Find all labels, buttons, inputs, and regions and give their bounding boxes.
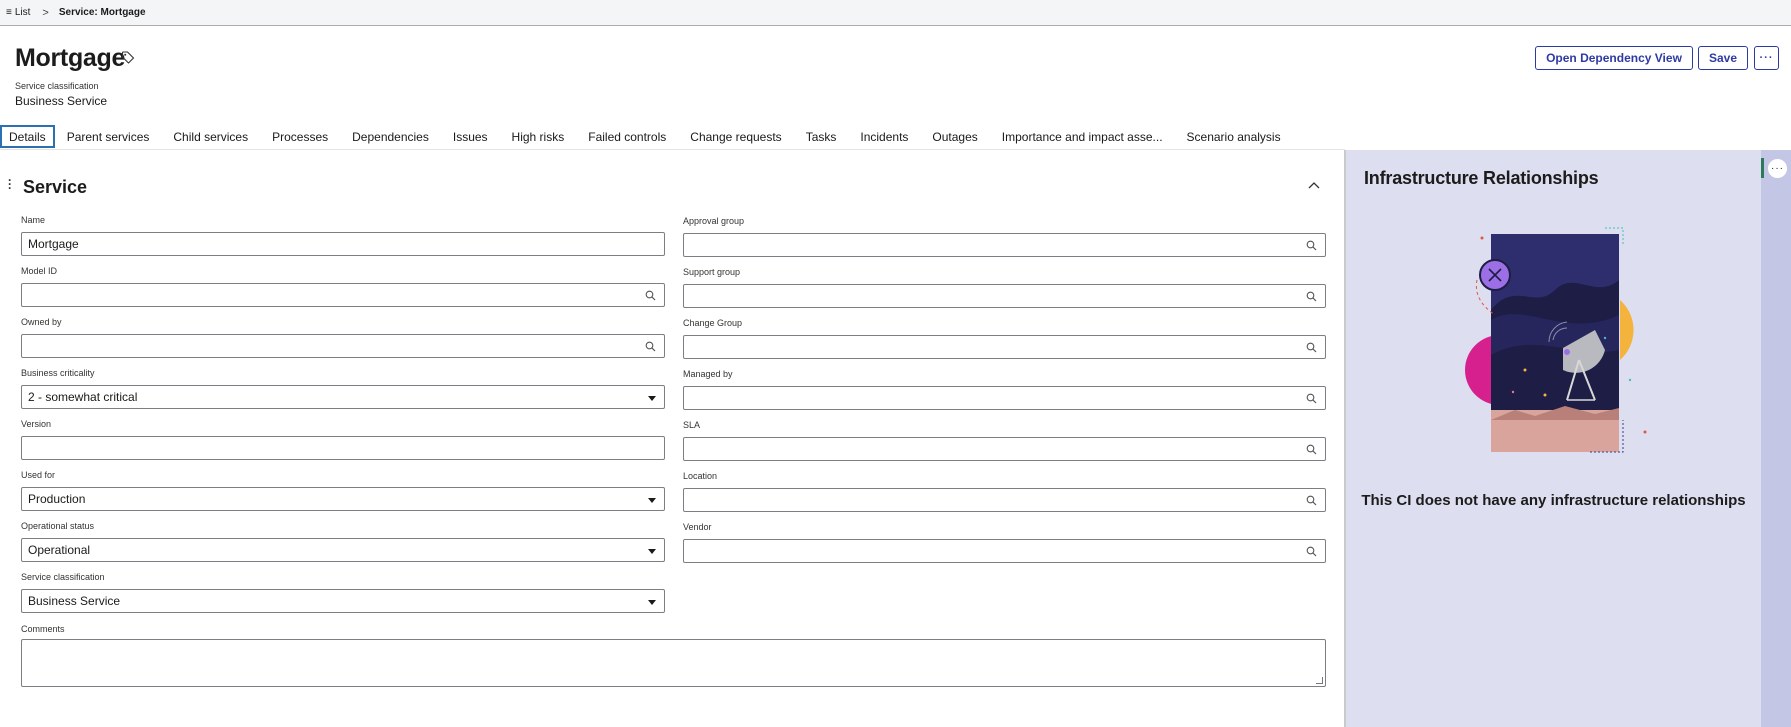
business-criticality-value: 2 - somewhat critical <box>28 390 138 404</box>
service-classification-label: Service classification <box>21 572 105 582</box>
rail-accent <box>1761 158 1764 178</box>
used-for-label: Used for <box>21 470 56 480</box>
more-actions-button[interactable]: ··· <box>1754 46 1779 70</box>
rail-more-button[interactable]: ··· <box>1767 158 1788 179</box>
page-title: Mortgage <box>15 44 126 72</box>
comments-label: Comments <box>21 624 65 634</box>
resize-handle-icon[interactable] <box>1316 677 1323 684</box>
tab-child-services[interactable]: Child services <box>161 125 260 148</box>
subtitle-label: Service classification <box>15 81 99 91</box>
no-relationships-message: This CI does not have any infrastructure… <box>1361 492 1746 509</box>
model-id-label: Model ID <box>21 266 58 276</box>
managed-by-label: Managed by <box>683 369 733 379</box>
service-classification-select[interactable]: Business Service <box>21 589 665 613</box>
business-criticality-label: Business criticality <box>21 368 95 378</box>
drag-handle-icon[interactable]: · · · <box>8 174 12 194</box>
tab-bar: Details Parent services Child services Proc… <box>0 125 1293 150</box>
support-group-field[interactable] <box>683 284 1326 308</box>
change-group-field[interactable] <box>683 335 1326 359</box>
search-icon[interactable] <box>1306 495 1317 506</box>
location-field[interactable] <box>683 488 1326 512</box>
operational-status-select[interactable]: Operational <box>21 538 665 562</box>
section-title: Service <box>23 177 88 197</box>
breadcrumb-current: Service: Mortgage <box>58 7 146 18</box>
chevron-right-icon: > <box>42 6 49 19</box>
model-id-field[interactable] <box>21 283 665 307</box>
search-icon[interactable] <box>1306 240 1317 251</box>
sla-field[interactable] <box>683 437 1326 461</box>
tab-importance-and-impact-asse[interactable]: Importance and impact asse... <box>990 125 1175 148</box>
tag-icon[interactable] <box>121 50 135 64</box>
used-for-select[interactable]: Production <box>21 487 665 511</box>
search-icon[interactable] <box>1306 291 1317 302</box>
name-field[interactable]: Mortgage <box>21 232 665 256</box>
tab-scenario-analysis[interactable]: Scenario analysis <box>1175 125 1293 148</box>
change-group-label: Change Group <box>683 318 743 328</box>
infrastructure-panel-title: Infrastructure Relationships <box>1364 168 1599 188</box>
search-icon[interactable] <box>645 290 656 301</box>
breadcrumb-list-label: List <box>14 7 31 18</box>
tab-change-requests[interactable]: Change requests <box>678 125 793 148</box>
tab-processes[interactable]: Processes <box>260 125 340 148</box>
vendor-field[interactable] <box>683 539 1326 563</box>
tab-tasks[interactable]: Tasks <box>794 125 849 148</box>
chevron-down-icon[interactable] <box>648 498 656 503</box>
tab-incidents[interactable]: Incidents <box>848 125 920 148</box>
approval-group-field[interactable] <box>683 233 1326 257</box>
chevron-down-icon[interactable] <box>648 396 656 401</box>
name-value: Mortgage <box>28 237 79 251</box>
save-button[interactable]: Save <box>1698 46 1748 70</box>
business-criticality-select[interactable]: 2 - somewhat critical <box>21 385 665 409</box>
search-icon[interactable] <box>1306 444 1317 455</box>
support-group-label: Support group <box>683 267 741 277</box>
owned-by-field[interactable] <box>21 334 665 358</box>
subtitle-value: Business Service <box>15 94 108 108</box>
owned-by-label: Owned by <box>21 317 62 327</box>
name-label: Name <box>21 215 46 225</box>
chevron-down-icon[interactable] <box>648 549 656 554</box>
tab-high-risks[interactable]: High risks <box>500 125 577 148</box>
open-dependency-view-button[interactable]: Open Dependency View <box>1535 46 1693 70</box>
tab-issues[interactable]: Issues <box>441 125 500 148</box>
approval-group-label: Approval group <box>683 216 745 226</box>
tab-dependencies[interactable]: Dependencies <box>340 125 441 148</box>
location-label: Location <box>683 471 718 481</box>
search-icon[interactable] <box>1306 546 1317 557</box>
operational-status-label: Operational status <box>21 521 95 531</box>
chevron-down-icon[interactable] <box>648 600 656 605</box>
version-label: Version <box>21 419 52 429</box>
used-for-value: Production <box>28 492 86 506</box>
tab-failed-controls[interactable]: Failed controls <box>576 125 678 148</box>
search-icon[interactable] <box>1306 342 1317 353</box>
breadcrumb-list-link[interactable]: ≡ List <box>6 7 30 18</box>
tab-outages[interactable]: Outages <box>920 125 989 148</box>
side-rail <box>1761 150 1791 727</box>
satellite-dish-illustration <box>1465 227 1647 453</box>
service-classification-value: Business Service <box>28 594 121 608</box>
sla-label: SLA <box>683 420 701 430</box>
search-icon[interactable] <box>1306 393 1317 404</box>
tab-details[interactable]: Details <box>0 125 55 148</box>
tab-parent-services[interactable]: Parent services <box>55 125 162 148</box>
chevron-up-icon[interactable] <box>1306 178 1322 194</box>
operational-status-value: Operational <box>28 543 91 557</box>
version-field[interactable] <box>21 436 665 460</box>
list-icon: ≡ <box>6 7 12 18</box>
comments-field[interactable] <box>21 639 1326 687</box>
breadcrumb: ≡ List > Service: Mortgage <box>0 0 1791 26</box>
search-icon[interactable] <box>645 341 656 352</box>
managed-by-field[interactable] <box>683 386 1326 410</box>
vendor-label: Vendor <box>683 522 712 532</box>
